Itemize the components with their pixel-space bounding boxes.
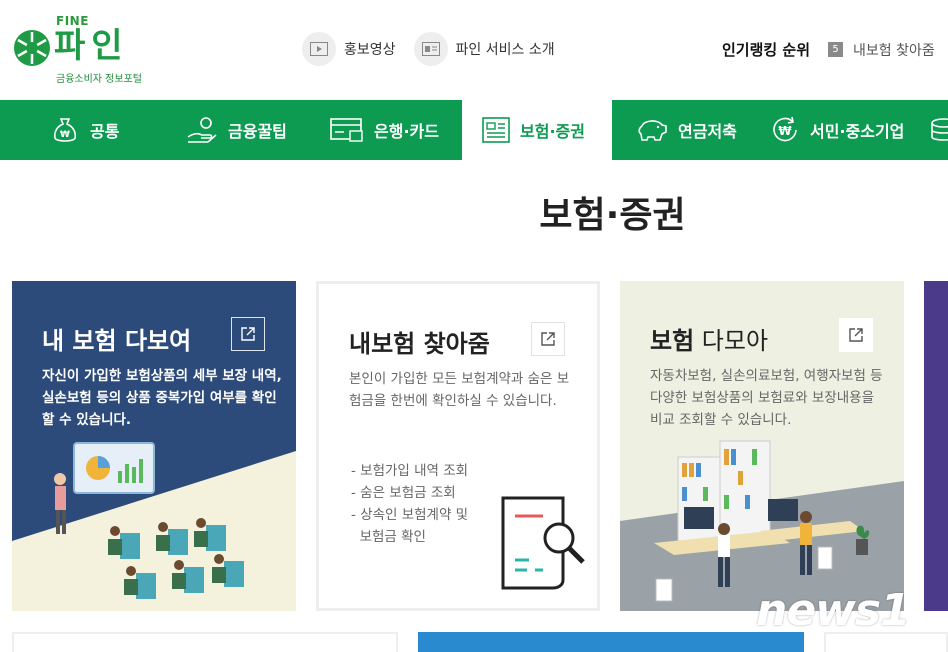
nav-item-more[interactable] [930,100,948,160]
nav-item-sme[interactable]: ₩ 서민·중소기업 [770,100,904,160]
service-intro-label: 파인 서비스 소개 [455,42,555,58]
page-title: 보험·증권 [0,186,948,238]
nav-item-bank-card[interactable]: 은행·카드 [330,100,439,160]
site-logo[interactable]: FINE 파인 금융소비자 정보포털 [12,14,162,86]
won-refresh-icon: ₩ [773,116,797,142]
card-partial-right[interactable] [924,281,948,611]
service-card-icon [413,32,448,66]
card-description: 본인이 가입한 모든 보험계약과 숨은 보험금을 한번에 확인하실 수 있습니다… [349,371,570,409]
external-link-button[interactable] [531,322,565,356]
ranking-number-badge: 5 [828,42,844,57]
nav-label: 금융꿀팁 [228,122,287,141]
main-nav: ₩ 공통 금융꿀팁 은행·카드 보험·증권 연금저축 ₩ 서민·중소기업 [0,100,948,160]
bank-card-icon [330,118,363,142]
logo-title: 파인 [54,26,129,66]
list-item: 보험금 확인 [351,529,426,545]
ranking-title: 인기랭킹 순위 [722,41,811,59]
list-item: - 상속인 보험계약 및 [351,507,469,523]
site-header: FINE 파인 금융소비자 정보포털 홍보영상 파인 서비스 소개 인기랭킹 순… [0,0,948,100]
bottom-card-2[interactable] [418,632,804,652]
nav-label: 보험·증권 [520,122,585,141]
nav-label: 공통 [90,122,120,141]
nav-label: 은행·카드 [374,122,439,141]
hand-coin-icon [187,117,217,143]
card-title: 내보험 찾아줌 [349,330,490,358]
list-item: - 숨은 보험금 조회 [351,485,456,501]
promo-video-link[interactable]: 홍보영상 [302,32,396,66]
piggy-bank-icon [638,120,667,141]
nav-item-insurance-securities[interactable]: 보험·증권 [462,100,612,160]
service-intro-link[interactable]: 파인 서비스 소개 [413,32,555,66]
news1-watermark: news1 [756,585,911,636]
document-icon [482,117,510,143]
card-insurance-damoa[interactable]: 보험 다모아 자동차보험, 실손의료보험, 여행자보험 등 다양한 보험상품의 … [620,281,904,611]
document-search-icon [501,496,585,590]
bottom-card-1[interactable] [12,632,398,652]
card-find-my-insurance[interactable]: 내보험 찾아줌 본인이 가입한 모든 보험계약과 숨은 보험금을 한번에 확인하… [316,281,600,611]
nav-label: 연금저축 [678,122,737,141]
logo-subtitle: 금융소비자 정보포털 [56,74,142,85]
money-bag-icon: ₩ [53,118,77,142]
presentation-illustration [12,442,296,611]
top-links: 홍보영상 파인 서비스 소개 [302,32,555,66]
svg-text:₩: ₩ [778,124,792,138]
coin-stack-icon [931,118,948,141]
nav-item-tips[interactable]: 금융꿀팁 [186,100,287,160]
page-title-text: 보험·증권 [539,195,686,236]
external-link-icon [541,332,555,346]
play-video-icon [302,32,336,66]
office-illustration [620,440,904,611]
svg-text:₩: ₩ [60,130,70,140]
card-my-insurance-overview[interactable]: 내 보험 다보여 자신이 가입한 보험상품의 세부 보장 내역, 실손보험 등의… [12,281,296,611]
feature-list: - 보험가입 내역 조회 - 숨은 보험금 조회 - 상속인 보험계약 및 보험… [351,460,468,548]
nav-item-common[interactable]: ₩ 공통 [50,100,119,160]
list-item: - 보험가입 내역 조회 [351,463,469,479]
nav-label: 서민·중소기업 [810,122,905,141]
nav-item-pension[interactable]: 연금저축 [636,100,737,160]
popular-ranking: 인기랭킹 순위 5 내보험 찾아줌 [722,39,935,60]
ranking-item-link[interactable]: 내보험 찾아줌 [853,40,935,60]
logo-leaf-icon [14,30,50,66]
promo-video-label: 홍보영상 [344,42,396,58]
